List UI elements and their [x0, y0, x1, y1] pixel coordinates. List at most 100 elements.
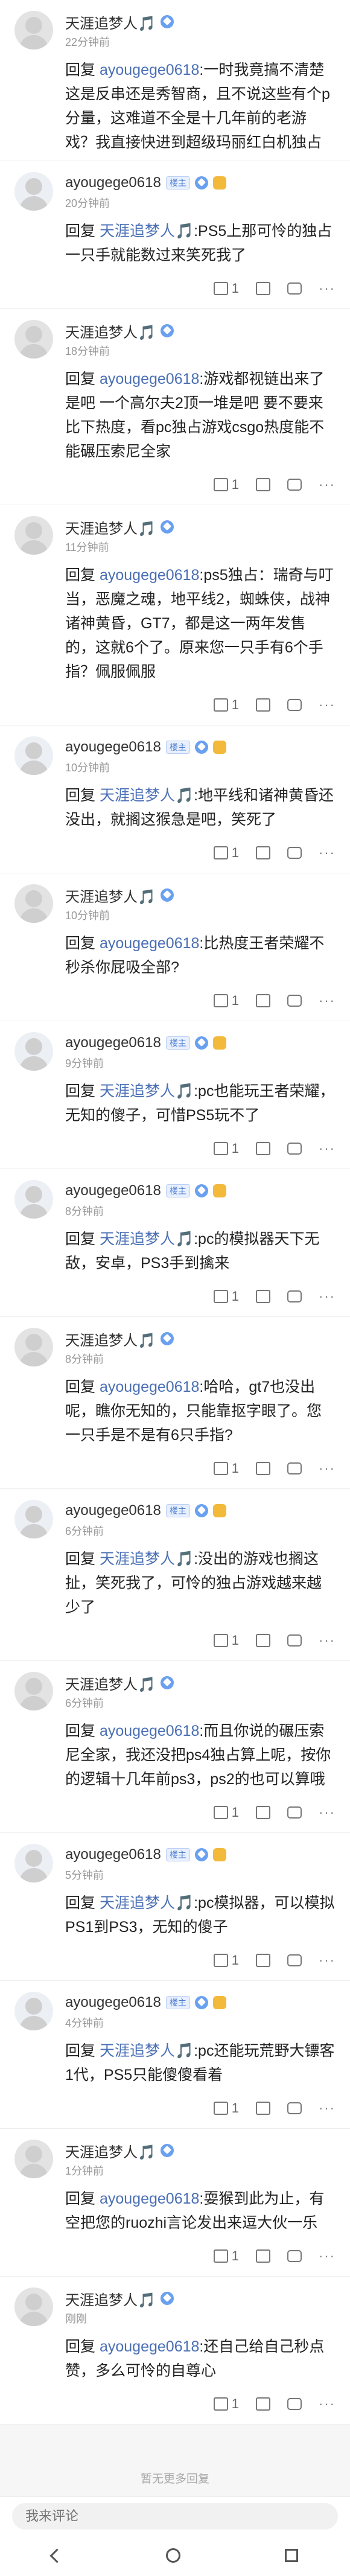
reply-target-link[interactable]: ayougege0618	[100, 2338, 199, 2355]
author-name[interactable]: 天涯追梦人🎵	[65, 320, 156, 342]
author-name[interactable]: 天涯追梦人🎵	[65, 2140, 156, 2161]
like-button[interactable]: 1	[213, 2396, 239, 2412]
avatar[interactable]	[14, 516, 53, 555]
author-name[interactable]: 天涯追梦人🎵	[65, 517, 156, 538]
like-button[interactable]: 1	[213, 845, 239, 861]
like-button[interactable]: 1	[213, 1805, 239, 1820]
reply-target-link[interactable]: 天涯追梦人🎵	[100, 1551, 194, 1567]
reply-button[interactable]	[287, 1462, 302, 1475]
more-icon[interactable]: ···	[319, 1953, 336, 1968]
like-button[interactable]: 1	[213, 2100, 239, 2116]
comment-item[interactable]: ayougege0618 楼主 6分钟前 回复 天涯追梦人🎵:没出的游戏也搁这扯，笑死…	[0, 1489, 350, 1661]
reply-button[interactable]	[287, 1143, 302, 1155]
reply-button[interactable]	[287, 995, 302, 1007]
dislike-button[interactable]	[256, 994, 271, 1007]
reply-target-link[interactable]: 天涯追梦人🎵	[100, 1231, 194, 1248]
more-icon[interactable]: ···	[319, 845, 336, 861]
reply-button[interactable]	[287, 1290, 302, 1302]
dislike-button[interactable]	[256, 846, 271, 859]
reply-button[interactable]	[287, 1634, 302, 1647]
reply-target-link[interactable]: ayougege0618	[100, 1723, 199, 1739]
avatar[interactable]	[14, 2140, 53, 2178]
comment-item[interactable]: 天涯追梦人🎵 22分钟前 回复 ayougege0618:一时我竟搞不清楚这是反串还…	[0, 0, 350, 161]
avatar[interactable]	[14, 1672, 53, 1710]
author-name[interactable]: ayougege0618	[65, 1035, 161, 1051]
reply-target-link[interactable]: ayougege0618	[100, 935, 199, 952]
author-name[interactable]: ayougege0618	[65, 1846, 161, 1863]
comment-item[interactable]: 天涯追梦人🎵 8分钟前 回复 ayougege0618:哈哈，gt7也没出呢，瞧你无…	[0, 1317, 350, 1489]
avatar[interactable]	[14, 1180, 53, 1219]
comment-input[interactable]	[12, 2503, 338, 2530]
reply-target-link[interactable]: ayougege0618	[100, 371, 199, 387]
dislike-button[interactable]	[256, 478, 271, 491]
dislike-button[interactable]	[256, 282, 271, 295]
author-name[interactable]: 天涯追梦人🎵	[65, 1672, 156, 1694]
reply-button[interactable]	[287, 2398, 302, 2410]
more-icon[interactable]: ···	[319, 1461, 336, 1476]
like-button[interactable]: 1	[213, 993, 239, 1009]
reply-target-link[interactable]: 天涯追梦人🎵	[100, 2042, 194, 2059]
author-name[interactable]: 天涯追梦人🎵	[65, 11, 156, 33]
avatar[interactable]	[14, 1032, 53, 1071]
comment-item[interactable]: ayougege0618 楼主 8分钟前 回复 天涯追梦人🎵:pc的模拟器天下无敌，安…	[0, 1169, 350, 1317]
avatar[interactable]	[14, 2287, 53, 2326]
more-icon[interactable]: ···	[319, 993, 336, 1009]
reply-button[interactable]	[287, 2102, 302, 2114]
dislike-button[interactable]	[256, 1290, 271, 1303]
comment-item[interactable]: 天涯追梦人🎵 18分钟前 回复 ayougege0618:游戏都视链出来了是吧 一个…	[0, 309, 350, 505]
avatar[interactable]	[14, 11, 53, 49]
dislike-button[interactable]	[256, 1142, 271, 1155]
author-name[interactable]: ayougege0618	[65, 1502, 161, 1519]
avatar[interactable]	[14, 1328, 53, 1366]
avatar[interactable]	[14, 320, 53, 359]
like-button[interactable]: 1	[213, 697, 239, 713]
like-button[interactable]: 1	[213, 1141, 239, 1156]
like-button[interactable]: 1	[213, 2248, 239, 2264]
reply-target-link[interactable]: 天涯追梦人🎵	[100, 1895, 194, 1911]
recent-apps-icon[interactable]	[284, 2549, 298, 2562]
reply-button[interactable]	[287, 1954, 302, 1966]
more-icon[interactable]: ···	[319, 477, 336, 493]
comment-item[interactable]: ayougege0618 楼主 9分钟前 回复 天涯追梦人🎵:pc也能玩王者荣耀，无知…	[0, 1021, 350, 1169]
reply-target-link[interactable]: ayougege0618	[100, 1379, 199, 1395]
reply-target-link[interactable]: ayougege0618	[100, 2190, 199, 2207]
avatar[interactable]	[14, 172, 53, 211]
author-name[interactable]: ayougege0618	[65, 174, 161, 191]
dislike-button[interactable]	[256, 2397, 271, 2411]
more-icon[interactable]: ···	[319, 2100, 336, 2116]
back-icon[interactable]	[49, 2548, 65, 2563]
like-button[interactable]: 1	[213, 1289, 239, 1304]
author-name[interactable]: ayougege0618	[65, 1994, 161, 2011]
avatar[interactable]	[14, 1844, 53, 1883]
more-icon[interactable]: ···	[319, 2248, 336, 2264]
comment-item[interactable]: ayougege0618 楼主 10分钟前 回复 天涯追梦人🎵:地平线和诸神黄昏还没出…	[0, 725, 350, 873]
reply-target-link[interactable]: ayougege0618	[100, 62, 199, 78]
comment-item[interactable]: 天涯追梦人🎵 10分钟前 回复 ayougege0618:比热度王者荣耀不秒杀你屁吸…	[0, 873, 350, 1021]
dislike-button[interactable]	[256, 1806, 271, 1819]
comment-item[interactable]: 天涯追梦人🎵 刚刚 回复 ayougege0618:还自己给自己秒点赞，多么可怜的自…	[0, 2277, 350, 2425]
reply-button[interactable]	[287, 479, 302, 491]
avatar[interactable]	[14, 736, 53, 775]
reply-target-link[interactable]: 天涯追梦人🎵	[100, 223, 194, 240]
author-name[interactable]: 天涯追梦人🎵	[65, 2288, 156, 2309]
dislike-button[interactable]	[256, 1462, 271, 1475]
comment-item[interactable]: 天涯追梦人🎵 6分钟前 回复 ayougege0618:而且你说的碾压索尼全家，我还…	[0, 1661, 350, 1833]
avatar[interactable]	[14, 1992, 53, 2030]
more-icon[interactable]: ···	[319, 281, 336, 296]
author-name[interactable]: ayougege0618	[65, 739, 161, 756]
comment-item[interactable]: ayougege0618 楼主 4分钟前 回复 天涯追梦人🎵:pc还能玩荒野大镖客1代…	[0, 1981, 350, 2129]
home-icon[interactable]	[166, 2548, 181, 2563]
comment-item[interactable]: 天涯追梦人🎵 1分钟前 回复 ayougege0618:耍猴到此为止，有空把您的ru…	[0, 2129, 350, 2277]
reply-target-link[interactable]: 天涯追梦人🎵	[100, 787, 194, 804]
dislike-button[interactable]	[256, 698, 271, 712]
more-icon[interactable]: ···	[319, 697, 336, 713]
more-icon[interactable]: ···	[319, 1633, 336, 1648]
more-icon[interactable]: ···	[319, 1289, 336, 1304]
reply-target-link[interactable]: 天涯追梦人🎵	[100, 1083, 194, 1100]
like-button[interactable]: 1	[213, 1953, 239, 1968]
more-icon[interactable]: ···	[319, 2396, 336, 2412]
reply-button[interactable]	[287, 1806, 302, 1819]
like-button[interactable]: 1	[213, 1633, 239, 1648]
reply-button[interactable]	[287, 282, 302, 295]
dislike-button[interactable]	[256, 1954, 271, 1967]
